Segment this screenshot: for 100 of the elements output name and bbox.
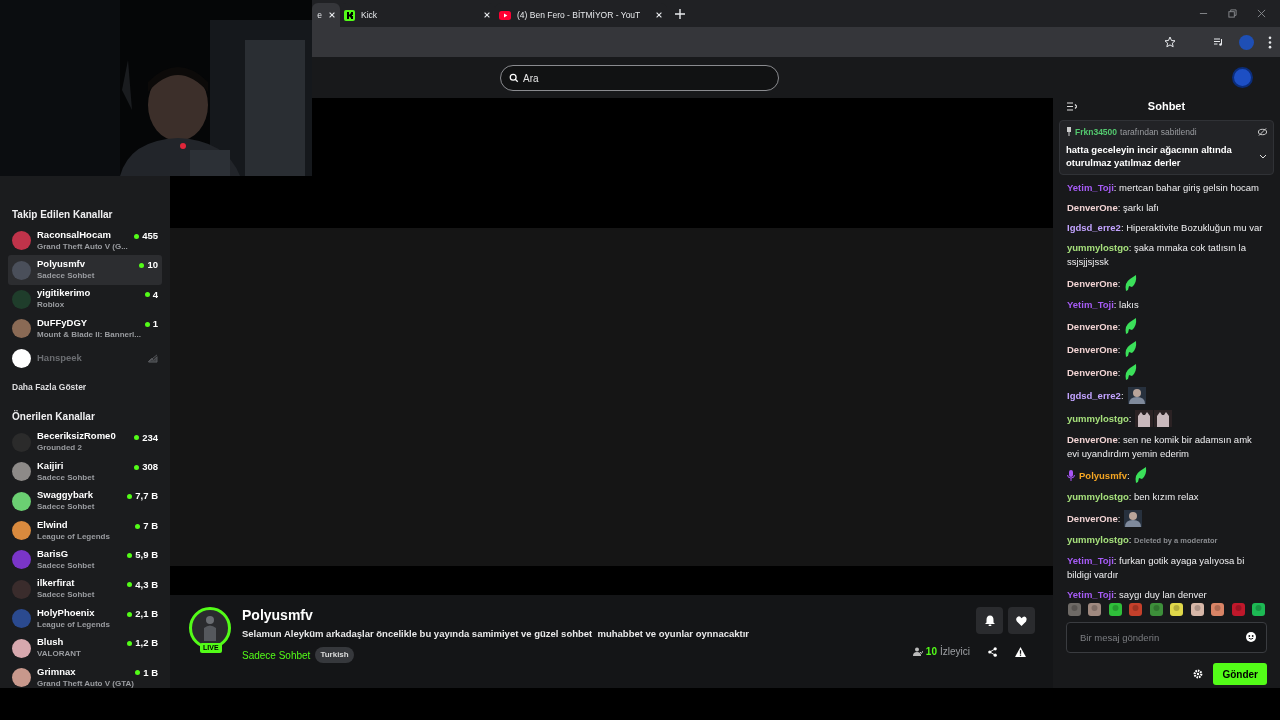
- viewer-count: 234: [142, 430, 158, 445]
- leaf-emote-icon: [1124, 318, 1139, 336]
- chat-message: yummylostgo: ben kızım relax: [1067, 490, 1200, 505]
- channel-item[interactable]: Kaijiri Sadece Sohbet 308: [8, 457, 162, 487]
- channel-item[interactable]: Grimnax Grand Theft Auto V (GTA) 1 B: [8, 662, 162, 693]
- chat-message: DenverOne:: [1067, 275, 1266, 293]
- viewer-count: 308: [142, 460, 158, 475]
- avatar: [12, 550, 31, 570]
- channel-category: Sadece Sohbet: [37, 270, 96, 283]
- notify-button[interactable]: [976, 607, 1003, 634]
- share-icon[interactable]: [988, 646, 997, 657]
- avatar: [12, 668, 31, 687]
- pinned-message: hatta geceleyin incir ağacının altında oturulmaz yatılmaz derler: [1066, 143, 1233, 170]
- emote-icon[interactable]: [1169, 602, 1185, 618]
- emote-icon[interactable]: [1250, 602, 1266, 618]
- message-input[interactable]: Bir mesaj gönderin: [1066, 622, 1267, 654]
- chat-message: DenverOne:: [1067, 341, 1266, 359]
- channel-item[interactable]: Blush VALORANT 1,2 B: [8, 633, 162, 663]
- restore-icon[interactable]: [1228, 9, 1237, 18]
- viewer-count: 4: [152, 287, 158, 302]
- channel-category: Sadece Sohbet: [37, 589, 96, 602]
- channel-name: Blush: [37, 636, 65, 649]
- kick-logo-icon: [344, 9, 355, 21]
- emote-icon[interactable]: [1107, 602, 1123, 618]
- channel-category: Grounded 2: [37, 442, 83, 455]
- show-more-link[interactable]: Daha Fazla Göster: [0, 380, 170, 394]
- settings-icon[interactable]: [1193, 669, 1204, 680]
- channel-category: Sadece Sohbet: [37, 501, 96, 514]
- chat-message: Igdsd_erre2:: [1067, 387, 1266, 405]
- leaf-emote-icon: [1124, 341, 1139, 359]
- avatar: [12, 579, 31, 599]
- leaf-emote-icon: [1124, 364, 1139, 382]
- viewer-count: 10: [147, 258, 158, 273]
- chat-message: Yetim_Toji: lakıs: [1067, 298, 1140, 313]
- chat-message: DenverOne:: [1067, 364, 1266, 382]
- warning-icon[interactable]: [1015, 646, 1026, 657]
- channel-name: yigitikerimo: [37, 287, 92, 300]
- channel-name: BarisG: [37, 547, 70, 560]
- channel-category: VALORANT: [37, 648, 82, 661]
- browser-tab[interactable]: e: [312, 3, 340, 27]
- section-heading: Takip Edilen Kanallar: [12, 208, 114, 222]
- channel-item[interactable]: RaconsalHocam Grand Theft Auto V (G... 455: [8, 226, 162, 256]
- channel-name: Grimnax: [37, 665, 77, 678]
- channel-item[interactable]: BarisG Sadece Sohbet 5,9 B: [8, 545, 162, 575]
- channel-item[interactable]: Elwind League of Legends 7 B: [8, 515, 162, 546]
- send-button[interactable]: Gönder: [1213, 663, 1267, 686]
- channel-item[interactable]: Swaggybark Sadece Sohbet 7,7 B: [8, 486, 162, 516]
- new-tab-icon[interactable]: [675, 8, 685, 19]
- viewer-count: 1: [152, 317, 158, 332]
- channel-name: Kaijiri: [37, 459, 65, 472]
- channel-category: Roblox: [37, 299, 66, 312]
- viewers-icon: [912, 647, 923, 656]
- viewer-count: 10: [925, 645, 937, 659]
- chat-message: Polyusmfv:: [1067, 467, 1266, 485]
- chat-message: Yetim_Toji: furkan gotik ayaga yalıyosa bi bildigi vardır: [1067, 554, 1246, 583]
- tag-chip[interactable]: Turkish: [315, 647, 354, 664]
- star-icon[interactable]: [1164, 36, 1176, 48]
- chat-message: Yetim_Toji: mertcan bahar giriş gelsin hocam: [1067, 181, 1261, 196]
- media-queue-icon[interactable]: [1212, 36, 1225, 48]
- channel-item[interactable]: yigitikerimo Roblox 4: [8, 284, 162, 315]
- chat-message: DenverOne:: [1067, 510, 1266, 528]
- chat-message: Yetim_Toji: saygı duy lan denver: [1067, 588, 1208, 603]
- chat-message: DenverOne:: [1067, 318, 1266, 336]
- channel-name: BeceriksizRome0: [37, 430, 117, 443]
- menu-icon[interactable]: [1268, 35, 1272, 49]
- follow-button[interactable]: [1008, 607, 1035, 634]
- collapse-chat-icon[interactable]: [1067, 101, 1077, 111]
- bell-icon: [984, 615, 995, 626]
- avatar: [12, 319, 31, 339]
- user-avatar[interactable]: [1232, 67, 1253, 88]
- emote-icon[interactable]: [1189, 602, 1205, 618]
- channel-item[interactable]: HolyPhoenix League of Legends 2,1 B: [8, 604, 162, 634]
- category-link[interactable]: Sadece Sohbet: [242, 647, 311, 663]
- emote-icon[interactable]: [1087, 602, 1103, 618]
- viewer-label: İzleyici: [940, 644, 970, 659]
- chevron-down-icon[interactable]: [1259, 153, 1267, 159]
- channel-name: HolyPhoenix: [37, 606, 96, 619]
- chat-message: DenverOne: sen ne komik bir adamsın amk evi uyandırdım yemin ederim: [1067, 433, 1253, 462]
- channel-item[interactable]: BeceriksizRome0 Grounded 2 234: [8, 427, 162, 458]
- viewer-count: 2,1 B: [135, 607, 158, 622]
- channel-item[interactable]: ilkerfirat Sadece Sohbet 4,3 B: [8, 574, 162, 605]
- chat-title: Sohbet: [1147, 99, 1186, 114]
- eye-off-icon[interactable]: [1258, 127, 1267, 136]
- avatar: [12, 638, 31, 658]
- cat-emote-icon: [1154, 410, 1173, 428]
- channel-name: Polyusmfv: [37, 258, 87, 271]
- emoji-icon[interactable]: [1246, 632, 1256, 643]
- channel-category: League of Legends: [37, 618, 111, 631]
- channel-name: ilkerfirat: [37, 577, 76, 590]
- viewer-count: 455: [142, 229, 158, 243]
- channel-name: Hanspeek: [37, 352, 83, 365]
- channel-category: Sadece Sohbet: [37, 471, 96, 484]
- channel-item[interactable]: Polyusmfv Sadece Sohbet 10: [8, 255, 162, 285]
- avatar: [12, 609, 31, 629]
- search-field[interactable]: Ara: [500, 65, 779, 91]
- viewer-count: 7 B: [143, 518, 158, 533]
- avatar: [12, 491, 31, 511]
- person-emote-icon: [1127, 387, 1146, 405]
- emote-icon[interactable]: [1210, 602, 1226, 618]
- channel-item[interactable]: DuFFyDGY Mount & Blade II: Bannerl... 1: [8, 314, 162, 344]
